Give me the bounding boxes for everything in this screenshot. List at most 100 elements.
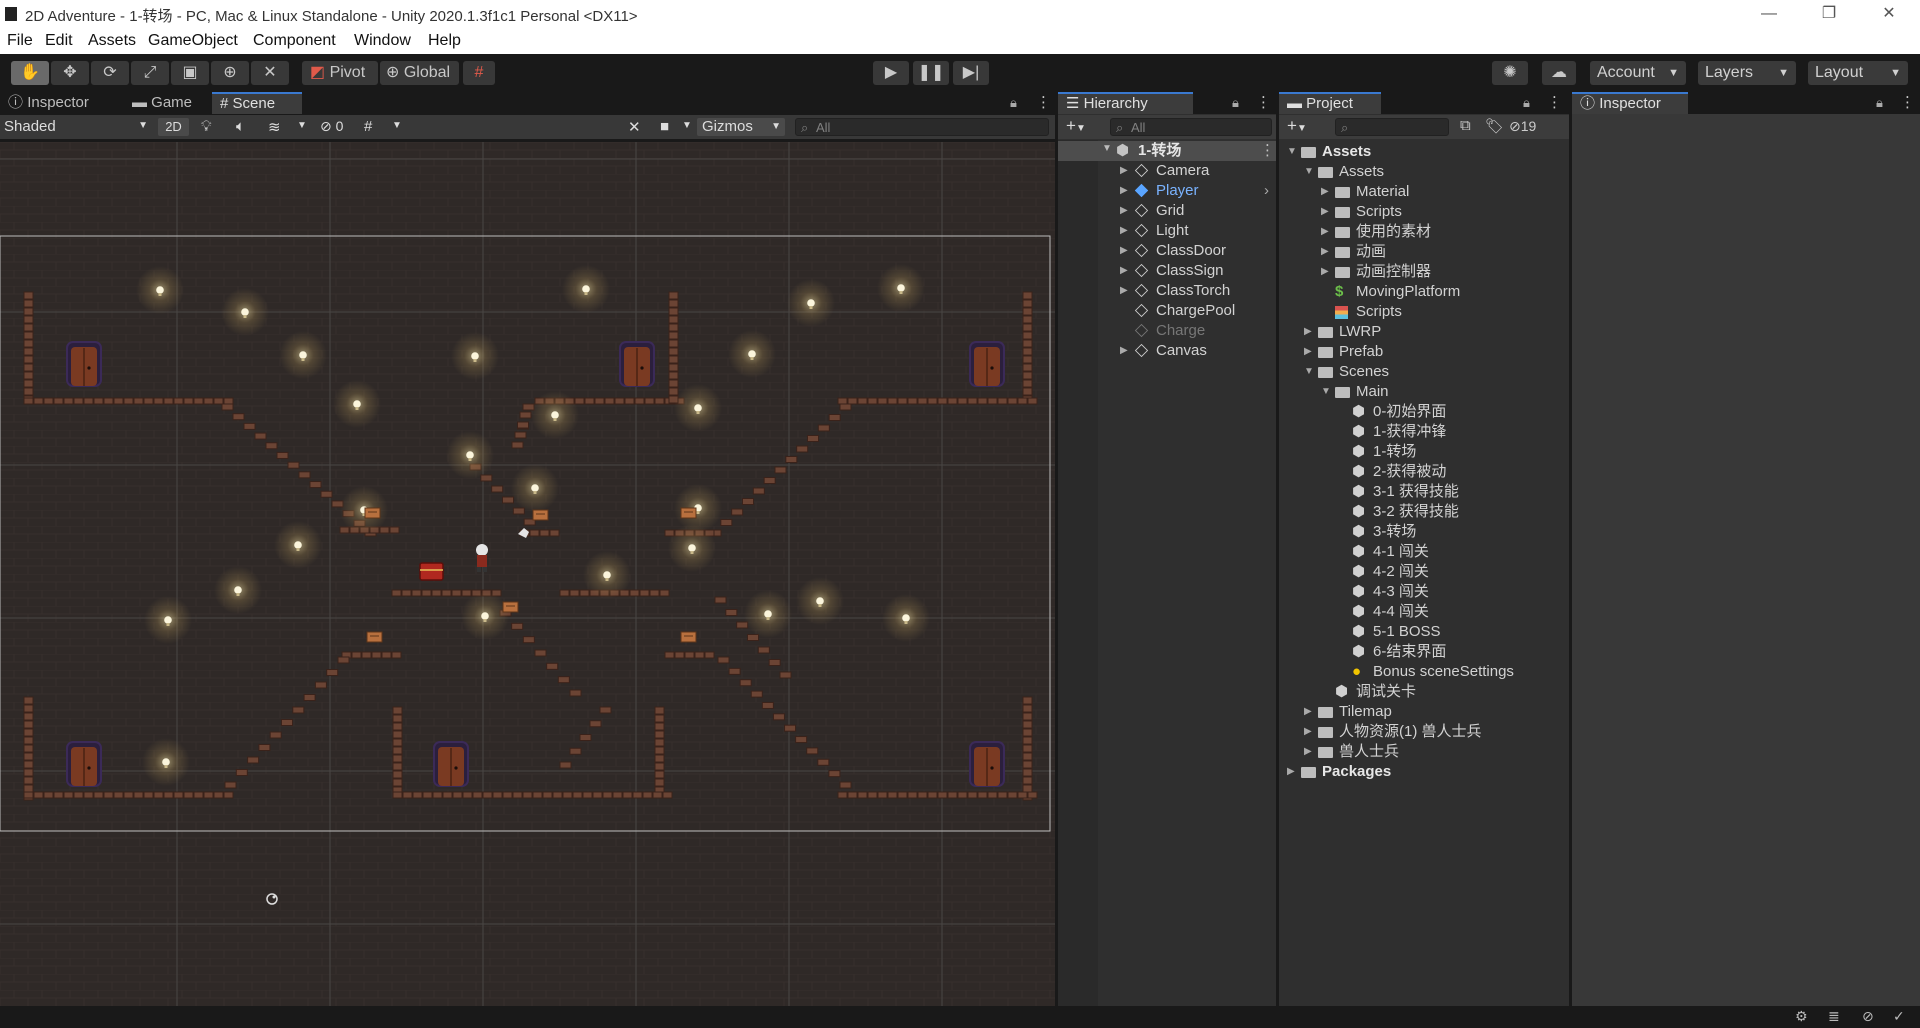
- asset-row[interactable]: ⬢ 3-转场: [1279, 522, 1569, 542]
- tools-icon[interactable]: ✕: [628, 118, 641, 136]
- collab-button[interactable]: ✺: [1492, 61, 1528, 85]
- chevron-right-icon[interactable]: ▶: [1321, 182, 1329, 202]
- more-options-icon[interactable]: ⋮: [1256, 93, 1271, 111]
- asset-row[interactable]: ⬢ 6-结束界面: [1279, 642, 1569, 662]
- hierarchy-item[interactable]: ▶ ClassSign: [1058, 261, 1276, 281]
- chevron-right-icon[interactable]: ▶: [1120, 201, 1128, 221]
- open-prefab-icon[interactable]: ›: [1264, 181, 1269, 201]
- tab-scene[interactable]: # Scene: [212, 92, 302, 114]
- chevron-right-icon[interactable]: ▶: [1120, 221, 1128, 241]
- scene-search-input[interactable]: ⌕ All: [795, 118, 1049, 136]
- asset-row[interactable]: ⬢ 1-获得冲锋: [1279, 422, 1569, 442]
- folder-row[interactable]: ▶ 使用的素材: [1279, 222, 1569, 242]
- asset-row[interactable]: ⬢ 调试关卡: [1279, 682, 1569, 702]
- cloud-button[interactable]: ☁: [1542, 61, 1576, 85]
- hierarchy-item[interactable]: Charge: [1058, 321, 1276, 341]
- asset-row[interactable]: $ MovingPlatform: [1279, 282, 1569, 302]
- chevron-right-icon[interactable]: ▶: [1304, 742, 1312, 762]
- chevron-right-icon[interactable]: ▶: [1321, 222, 1329, 242]
- chevron-right-icon[interactable]: ▶: [1120, 341, 1128, 361]
- scene-view[interactable]: [0, 142, 1055, 1006]
- hand-tool-button[interactable]: ✋: [11, 61, 49, 85]
- hierarchy-item[interactable]: ▶ Player ›: [1058, 181, 1276, 201]
- rotate-tool-button[interactable]: ⟳: [91, 61, 129, 85]
- folder-row[interactable]: ▶ Tilemap: [1279, 702, 1569, 722]
- lock-icon[interactable]: 🔒︎: [1010, 95, 1017, 111]
- asset-row[interactable]: ⬢ 4-2 闯关: [1279, 562, 1569, 582]
- layout-dropdown[interactable]: Layout ▼: [1808, 61, 1908, 85]
- account-dropdown[interactable]: Account ▼: [1590, 61, 1686, 85]
- folder-row[interactable]: ▼ Assets: [1279, 142, 1569, 162]
- snap-toggle[interactable]: #: [463, 61, 495, 85]
- chevron-down-icon[interactable]: ▼: [1287, 142, 1297, 162]
- folder-row[interactable]: ▶ Material: [1279, 182, 1569, 202]
- search-by-type-icon[interactable]: ⧉: [1460, 117, 1471, 134]
- tab-hierarchy[interactable]: ☰ Hierarchy: [1058, 92, 1193, 114]
- grid-toggle-icon[interactable]: #: [364, 118, 372, 135]
- hierarchy-item[interactable]: ▶ ClassTorch: [1058, 281, 1276, 301]
- scale-tool-button[interactable]: ⤢: [131, 61, 169, 85]
- folder-row[interactable]: ▶ 动画控制器: [1279, 262, 1569, 282]
- chevron-right-icon[interactable]: ▶: [1321, 242, 1329, 262]
- chevron-right-icon[interactable]: ▶: [1321, 202, 1329, 222]
- play-button[interactable]: ▶: [873, 61, 909, 85]
- asset-row[interactable]: ⬢ 5-1 BOSS: [1279, 622, 1569, 642]
- hierarchy-item[interactable]: ▶ ClassDoor: [1058, 241, 1276, 261]
- more-options-icon[interactable]: ⋮: [1900, 93, 1915, 111]
- hierarchy-search-input[interactable]: ⌕ All: [1110, 118, 1272, 136]
- hierarchy-item[interactable]: ▶ Light: [1058, 221, 1276, 241]
- folder-row[interactable]: ▶ LWRP: [1279, 322, 1569, 342]
- menu-component[interactable]: Component: [253, 32, 336, 50]
- chevron-right-icon[interactable]: ▶: [1120, 161, 1128, 181]
- pause-button[interactable]: ❚❚: [913, 61, 949, 85]
- asset-row[interactable]: ⬢ 4-4 闯关: [1279, 602, 1569, 622]
- move-tool-button[interactable]: ✥: [51, 61, 89, 85]
- chevron-right-icon[interactable]: ▶: [1120, 181, 1128, 201]
- chevron-right-icon[interactable]: ▶: [1304, 322, 1312, 342]
- asset-row[interactable]: ⬢ 2-获得被动: [1279, 462, 1569, 482]
- create-asset-button[interactable]: +▼: [1287, 116, 1307, 136]
- asset-row[interactable]: ⬢ 1-转场: [1279, 442, 1569, 462]
- chevron-down-icon[interactable]: ▼: [682, 120, 692, 131]
- folder-row[interactable]: ▼ Main: [1279, 382, 1569, 402]
- step-button[interactable]: ▶|: [953, 61, 989, 85]
- asset-row[interactable]: ● Bonus sceneSettings: [1279, 662, 1569, 682]
- menu-file[interactable]: File: [7, 32, 33, 50]
- menu-window[interactable]: Window: [354, 32, 411, 50]
- lock-icon[interactable]: 🔒︎: [1876, 95, 1883, 111]
- lighting-icon[interactable]: 💡︎: [201, 118, 212, 135]
- asset-row[interactable]: Scripts: [1279, 302, 1569, 322]
- chevron-right-icon[interactable]: ▶: [1287, 762, 1295, 782]
- hidden-objects-toggle[interactable]: ⊘ 0: [320, 118, 343, 135]
- more-options-icon[interactable]: ⋮: [1260, 141, 1275, 161]
- folder-row[interactable]: ▼ Scenes: [1279, 362, 1569, 382]
- asset-row[interactable]: ⬢ 4-3 闯关: [1279, 582, 1569, 602]
- gizmos-dropdown[interactable]: Gizmos ▼: [697, 118, 785, 136]
- lock-icon[interactable]: 🔒︎: [1232, 95, 1239, 111]
- chevron-down-icon[interactable]: ▼: [392, 120, 402, 131]
- search-by-label-icon[interactable]: 🏷︎: [1485, 117, 1504, 135]
- asset-row[interactable]: ⬢ 3-2 获得技能: [1279, 502, 1569, 522]
- lock-icon[interactable]: 🔒︎: [1523, 95, 1530, 111]
- hierarchy-item[interactable]: ChargePool: [1058, 301, 1276, 321]
- global-toggle[interactable]: ⊕ Global: [380, 61, 459, 85]
- database-icon[interactable]: ≣: [1828, 1008, 1840, 1025]
- chevron-down-icon[interactable]: ▼: [1304, 162, 1314, 182]
- chevron-right-icon[interactable]: ▶: [1120, 241, 1128, 261]
- more-options-icon[interactable]: ⋮: [1547, 93, 1562, 111]
- layers-dropdown[interactable]: Layers ▼: [1698, 61, 1796, 85]
- asset-row[interactable]: ⬢ 0-初始界面: [1279, 402, 1569, 422]
- check-icon[interactable]: ✓: [1893, 1008, 1905, 1025]
- folder-row[interactable]: ▶ 动画: [1279, 242, 1569, 262]
- pivot-toggle[interactable]: ◩ Pivot: [302, 61, 378, 85]
- more-options-icon[interactable]: ⋮: [1036, 93, 1051, 111]
- restore-button[interactable]: ❐: [1806, 0, 1852, 29]
- asset-row[interactable]: ⬢ 3-1 获得技能: [1279, 482, 1569, 502]
- chevron-right-icon[interactable]: ▶: [1120, 281, 1128, 301]
- chevron-right-icon[interactable]: ▶: [1304, 702, 1312, 722]
- hierarchy-scene-row[interactable]: ▼ ⬢ 1-转场 ⋮: [1058, 141, 1276, 161]
- tab-inspector[interactable]: ⓘ Inspector: [0, 92, 124, 114]
- project-search-input[interactable]: ⌕: [1335, 118, 1449, 136]
- effects-icon[interactable]: ≋: [268, 118, 281, 136]
- mode-2d-toggle[interactable]: 2D: [158, 118, 189, 136]
